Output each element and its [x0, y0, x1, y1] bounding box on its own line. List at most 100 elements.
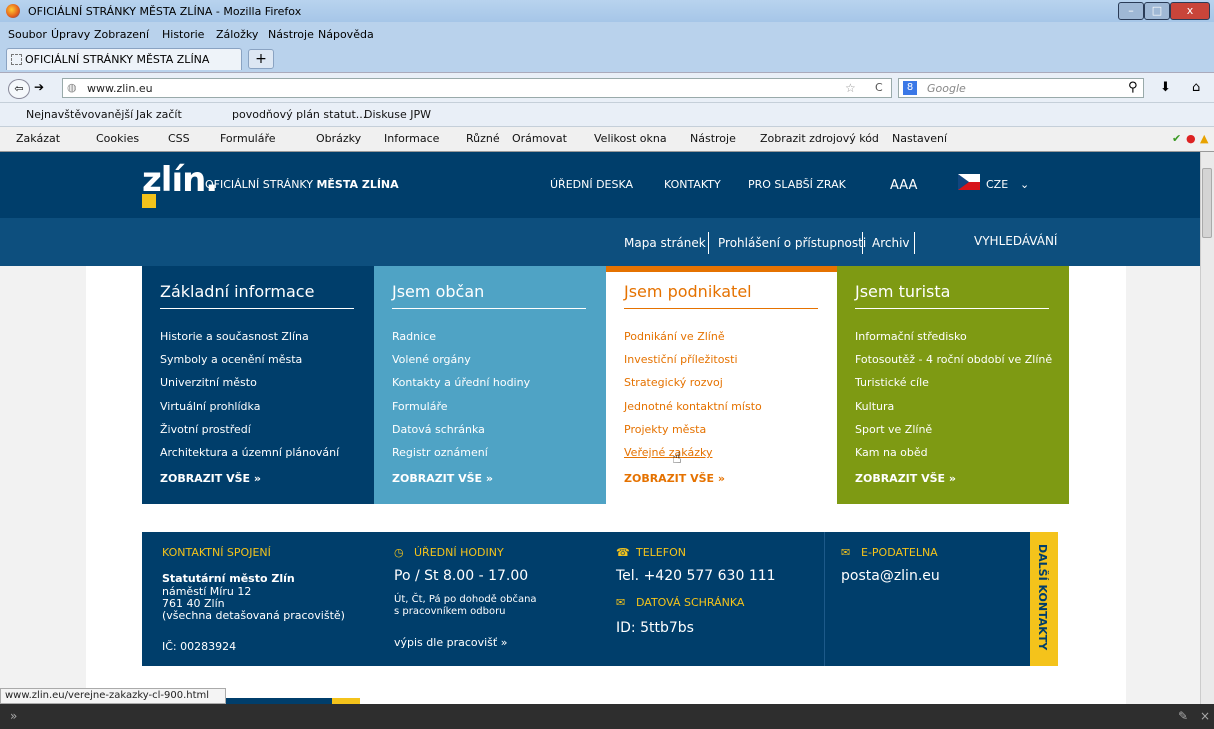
contact-heading: ÚŘEDNÍ HODINY — [414, 546, 504, 559]
wrench-icon[interactable]: ✎ — [1178, 709, 1188, 723]
list-item[interactable]: Turistické cíle — [855, 376, 1052, 399]
show-all-link[interactable]: ZOBRAZIT VŠE » — [624, 472, 725, 485]
bookmark-star-icon[interactable]: ☆ — [845, 81, 856, 95]
column-jsem-turista: Jsem turista Informační středisko Fotoso… — [837, 266, 1069, 504]
more-contacts-tab[interactable]: DALŠÍ KONTAKTY — [1030, 532, 1058, 666]
divider — [708, 232, 709, 254]
wd-cookies[interactable]: Cookies — [96, 132, 139, 145]
bookmark-3[interactable]: Diskuse JPW — [364, 108, 431, 121]
phone-number: Tel. +420 577 630 111 — [616, 568, 776, 584]
list-item[interactable]: Kam na oběd — [855, 446, 1052, 469]
list-item[interactable]: Univerzitní město — [160, 376, 339, 399]
search-icon[interactable]: ⚲ — [1128, 80, 1138, 95]
list-item[interactable]: Informační středisko — [855, 330, 1052, 353]
expand-icon[interactable]: » — [10, 709, 17, 723]
wd-zdroj[interactable]: Zobrazit zdrojový kód — [760, 132, 879, 145]
back-button[interactable]: ⇦ — [8, 79, 30, 99]
link-mapa-stranek[interactable]: Mapa stránek — [624, 236, 706, 250]
list-item[interactable]: Projekty města — [624, 423, 762, 446]
wd-velikost[interactable]: Velikost okna — [594, 132, 667, 145]
link-kontakty[interactable]: KONTAKTY — [664, 178, 721, 191]
language-select[interactable]: CZE — [986, 178, 1008, 191]
databox-heading: DATOVÁ SCHRÁNKA — [636, 596, 745, 609]
contact-telefon: ☎ TELEFON Tel. +420 577 630 111 ✉ DATOVÁ… — [606, 532, 828, 666]
site-header: zlín. OFICIÁLNÍ STRÁNKY MĚSTA ZLÍNA ÚŘED… — [0, 152, 1200, 218]
menu-zalozky[interactable]: Záložky — [216, 28, 258, 41]
list-item[interactable]: Sport ve Zlíně — [855, 423, 1052, 446]
url-bar[interactable]: ◍ www.zlin.eu ☆ C — [62, 78, 892, 98]
search-link[interactable]: VYHLEDÁVÁNÍ — [974, 234, 1057, 248]
list-item[interactable]: Životní prostředí — [160, 423, 339, 446]
bookmark-2[interactable]: povodňový plán statut... — [232, 108, 366, 121]
reload-icon[interactable]: C — [875, 81, 883, 94]
font-size-toggle[interactable]: AAA — [890, 178, 917, 193]
window-titlebar: OFICIÁLNÍ STRÁNKY MĚSTA ZLÍNA - Mozilla … — [0, 0, 1214, 22]
list-item[interactable]: Virtuální prohlídka — [160, 400, 339, 423]
czech-flag-icon — [958, 174, 980, 190]
list-item[interactable]: Investiční příležitosti — [624, 353, 762, 376]
wd-formulare[interactable]: Formuláře — [220, 132, 276, 145]
list-item[interactable]: Symboly a ocenění města — [160, 353, 339, 376]
clock-icon: ◷ — [394, 546, 404, 559]
list-item[interactable]: Volené orgány — [392, 353, 530, 376]
wd-zakazat[interactable]: Zakázat — [16, 132, 60, 145]
new-tab-button[interactable]: + — [248, 49, 274, 69]
column-title: Jsem turista — [855, 282, 951, 301]
list-item[interactable]: Datová schránka — [392, 423, 530, 446]
link-pro-slabsi-zrak[interactable]: PRO SLABŠÍ ZRAK — [748, 178, 846, 191]
list-item[interactable]: Historie a současnost Zlína — [160, 330, 339, 353]
error-icon: ● — [1186, 132, 1196, 145]
list-item[interactable]: Podnikání ve Zlíně — [624, 330, 762, 353]
status-url: www.zlin.eu/verejne-zakazky-cl-900.html — [0, 688, 226, 704]
chevron-down-icon[interactable]: ⌄ — [1020, 178, 1029, 191]
menu-upravy[interactable]: Úpravy — [51, 28, 90, 41]
menu-historie[interactable]: Historie — [162, 28, 204, 41]
menu-soubor[interactable]: Soubor — [8, 28, 47, 41]
column-zakladni-informace: Základní informace Historie a současnost… — [142, 266, 374, 504]
close-addonbar-icon[interactable]: × — [1200, 709, 1210, 723]
show-all-link[interactable]: ZOBRAZIT VŠE » — [392, 472, 493, 485]
hours-link[interactable]: výpis dle pracovišť » — [394, 636, 507, 649]
list-item[interactable]: Veřejné zakázky — [624, 446, 762, 469]
list-item[interactable]: Formuláře — [392, 400, 530, 423]
bookmark-0[interactable]: Nejnavštěvovanější — [26, 108, 133, 121]
minimize-button[interactable]: – — [1118, 2, 1144, 20]
hand-cursor-icon: ☝ — [672, 448, 682, 467]
contact-name: Statutární město Zlín — [162, 572, 295, 585]
list-item[interactable]: Architektura a územní plánování — [160, 446, 339, 469]
home-icon[interactable]: ⌂ — [1192, 80, 1200, 95]
wd-obrazky[interactable]: Obrázky — [316, 132, 361, 145]
wd-nastroje[interactable]: Nástroje — [690, 132, 736, 145]
menu-zobrazeni[interactable]: Zobrazení — [94, 28, 149, 41]
list-item[interactable]: Strategický rozvoj — [624, 376, 762, 399]
close-button[interactable]: x — [1170, 2, 1210, 20]
list-item[interactable]: Fotosoutěž - 4 roční období ve Zlíně — [855, 353, 1052, 376]
menu-nastroje[interactable]: Nástroje — [268, 28, 314, 41]
wd-oramovat[interactable]: Orámovat — [512, 132, 567, 145]
download-icon[interactable]: ⬇ — [1160, 80, 1171, 95]
link-prohlaseni[interactable]: Prohlášení o přístupnosti — [718, 236, 866, 250]
list-item[interactable]: Kultura — [855, 400, 1052, 423]
list-item[interactable]: Radnice — [392, 330, 530, 353]
scrollbar-thumb[interactable] — [1202, 168, 1212, 238]
maximize-button[interactable]: □ — [1144, 2, 1170, 20]
email-link[interactable]: posta@zlin.eu — [841, 568, 940, 584]
wd-nastaveni[interactable]: Nastavení — [892, 132, 947, 145]
wd-ruzne[interactable]: Různé — [466, 132, 500, 145]
bookmark-1[interactable]: Jak začít — [136, 108, 182, 121]
menu-napoveda[interactable]: Nápověda — [318, 28, 374, 41]
search-bar[interactable]: 8 Google — [898, 78, 1144, 98]
wd-css[interactable]: CSS — [168, 132, 190, 145]
tab-active[interactable]: OFICIÁLNÍ STRÁNKY MĚSTA ZLÍNA — [6, 48, 242, 70]
check-icon: ✔ — [1172, 132, 1182, 145]
show-all-link[interactable]: ZOBRAZIT VŠE » — [160, 472, 261, 485]
list-item[interactable]: Kontakty a úřední hodiny — [392, 376, 530, 399]
list-item[interactable]: Registr oznámení — [392, 446, 530, 469]
link-uredni-deska[interactable]: ÚŘEDNÍ DESKA — [550, 178, 633, 191]
list-item[interactable]: Jednotné kontaktní místo — [624, 400, 762, 423]
wd-informace[interactable]: Informace — [384, 132, 439, 145]
forward-button[interactable]: ➔ — [34, 80, 44, 94]
link-archiv[interactable]: Archiv — [872, 236, 910, 250]
show-all-link[interactable]: ZOBRAZIT VŠE » — [855, 472, 956, 485]
contact-heading: TELEFON — [636, 546, 686, 559]
